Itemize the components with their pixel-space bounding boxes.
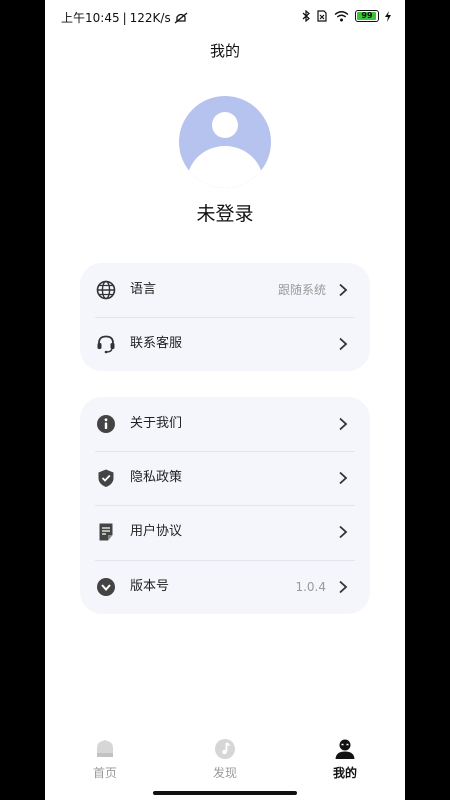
- status-separator: |: [122, 10, 127, 25]
- nav-mine[interactable]: 我的: [305, 730, 385, 781]
- page-title: 我的: [209, 42, 240, 60]
- status-time: 上午10:45: [61, 11, 120, 25]
- chevron-circle-icon: [97, 578, 115, 596]
- shield-check-icon: [98, 469, 114, 487]
- chevron-right-icon: [339, 417, 348, 431]
- chevron-right-icon: [339, 525, 348, 539]
- settings-card-about: 关于我们 隐私政策 用户协议 版本号 1.0.4: [80, 397, 370, 614]
- chevron-right-icon: [339, 337, 348, 351]
- row-value: 1.0.4: [295, 580, 326, 594]
- charging-icon: [385, 10, 391, 22]
- row-language[interactable]: 语言 跟随系统: [80, 263, 370, 317]
- bluetooth-icon: [302, 10, 310, 22]
- settings-card-general: 语言 跟随系统 联系客服: [80, 263, 370, 371]
- music-disc-icon: [215, 739, 235, 759]
- bottom-nav: 首页 发现 我的: [45, 730, 405, 790]
- nav-label: 我的: [332, 766, 357, 780]
- document-icon: [99, 523, 113, 541]
- row-label: 关于我们: [130, 416, 183, 431]
- user-icon: [335, 739, 355, 759]
- status-bar: 上午10:45 | 122K/s 99: [45, 0, 405, 34]
- nav-label: 首页: [92, 766, 117, 780]
- battery-icon: 99: [355, 10, 379, 22]
- row-label: 语言: [130, 282, 157, 297]
- row-label: 用户协议: [130, 524, 183, 539]
- nav-home[interactable]: 首页: [65, 730, 145, 781]
- app-screen: 上午10:45 | 122K/s 99 我的 未登录 语言 跟随系统 联系客服 …: [45, 0, 405, 800]
- row-label: 版本号: [130, 579, 170, 594]
- home-indicator[interactable]: [153, 791, 297, 795]
- row-user-agreement[interactable]: 用户协议: [80, 505, 370, 559]
- sim-x-icon: [317, 10, 327, 22]
- home-icon: [97, 740, 113, 757]
- row-version[interactable]: 版本号 1.0.4: [80, 560, 370, 614]
- status-left: 上午10:45 | 122K/s: [61, 9, 188, 26]
- muted-alarm-icon: [174, 12, 188, 23]
- status-speed: 122K/s: [129, 10, 171, 25]
- globe-icon: [96, 280, 116, 300]
- chevron-right-icon: [339, 471, 348, 485]
- chevron-right-icon: [339, 283, 348, 297]
- row-value: 跟随系统: [277, 283, 326, 297]
- row-about-us[interactable]: 关于我们: [80, 397, 370, 451]
- wifi-icon: [334, 11, 349, 22]
- status-right: 99: [302, 10, 391, 22]
- row-privacy-policy[interactable]: 隐私政策: [80, 451, 370, 505]
- nav-discover[interactable]: 发现: [185, 730, 265, 781]
- battery-level: 99: [361, 11, 373, 20]
- avatar[interactable]: [179, 96, 271, 188]
- row-contact-support[interactable]: 联系客服: [80, 317, 370, 371]
- chevron-right-icon: [339, 580, 348, 594]
- headset-icon: [97, 335, 115, 354]
- username[interactable]: 未登录: [45, 199, 405, 226]
- info-icon: [97, 415, 115, 433]
- row-label: 隐私政策: [130, 470, 183, 485]
- row-label: 联系客服: [130, 336, 183, 351]
- nav-label: 发现: [212, 766, 237, 780]
